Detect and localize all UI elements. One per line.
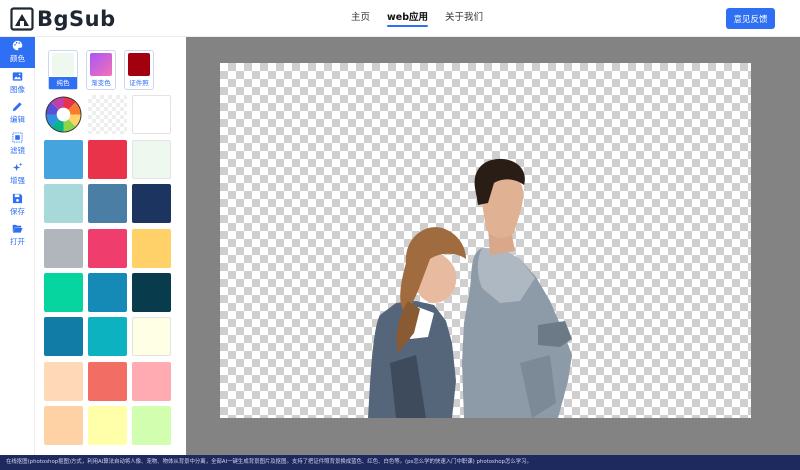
logo-icon: [10, 7, 34, 31]
sidebar-item-label: 增强: [10, 176, 25, 186]
sidebar-item-filter[interactable]: 滤镜: [0, 129, 35, 160]
editor-canvas-area: [186, 37, 800, 455]
color-panel: 纯色 渐变色 证件照: [35, 37, 186, 470]
tab-gradient[interactable]: 渐变色: [86, 50, 116, 90]
sidebar-item-label: 打开: [10, 237, 25, 247]
swatch-color[interactable]: [132, 406, 171, 445]
filter-icon: [12, 132, 23, 143]
sidebar-item-label: 保存: [10, 206, 25, 216]
tab-gradient-preview: [90, 53, 112, 76]
color-wheel-picker[interactable]: [44, 95, 83, 134]
swatch-color[interactable]: [88, 317, 127, 356]
sidebar-item-enhance[interactable]: 增强: [0, 159, 35, 190]
folder-open-icon: [12, 225, 23, 233]
swatch-color[interactable]: [132, 362, 171, 401]
swatch-color[interactable]: [132, 229, 171, 268]
swatch-color[interactable]: [88, 362, 127, 401]
sparkle-icon: [12, 162, 23, 172]
swatch-color[interactable]: [44, 317, 83, 356]
color-wheel-icon: [45, 96, 82, 133]
nav-home[interactable]: 主页: [351, 11, 370, 27]
swatch-color[interactable]: [132, 317, 171, 356]
swatch-transparent[interactable]: [88, 95, 127, 134]
swatch-color[interactable]: [44, 406, 83, 445]
tab-solid-color-preview: [52, 53, 74, 76]
swatch-color[interactable]: [88, 229, 127, 268]
sidebar-item-label: 滤镜: [10, 145, 25, 155]
sidebar-item-label: 编辑: [10, 115, 25, 125]
swatch-color[interactable]: [132, 273, 171, 312]
tab-id-photo-preview: [128, 53, 150, 76]
sidebar-item-label: 图像: [10, 84, 25, 94]
swatch-color[interactable]: [44, 184, 83, 223]
transparent-canvas[interactable]: [220, 63, 751, 418]
tool-sidebar: 颜色 图像 编辑 滤镜 增强 保存 打开: [0, 37, 35, 470]
tab-solid-color[interactable]: 纯色: [48, 50, 78, 90]
app-header: BgSub 主页 web应用 关于我们 意见反馈: [0, 0, 800, 37]
swatch-color[interactable]: [44, 362, 83, 401]
status-bar: 在线抠图(photoshop抠图)方式，利用AI算法自动将人像、宠物、物体从背景…: [0, 455, 800, 470]
sidebar-item-image[interactable]: 图像: [0, 68, 35, 99]
swatch-color[interactable]: [88, 184, 127, 223]
swatch-color[interactable]: [88, 406, 127, 445]
tab-label: 渐变色: [91, 79, 111, 87]
pencil-icon: [12, 102, 22, 112]
tab-id-photo[interactable]: 证件照: [124, 50, 154, 90]
nav-about[interactable]: 关于我们: [445, 11, 483, 27]
sidebar-item-open[interactable]: 打开: [0, 220, 35, 251]
swatch-color[interactable]: [132, 184, 171, 223]
palette-icon: [12, 40, 23, 51]
logo-text: BgSub: [37, 7, 116, 31]
save-icon: [12, 193, 23, 203]
tab-label: 证件照: [129, 79, 149, 87]
sidebar-item-edit[interactable]: 编辑: [0, 98, 35, 129]
tab-label: 纯色: [49, 77, 77, 89]
image-icon: [12, 72, 23, 81]
sidebar-item-save[interactable]: 保存: [0, 190, 35, 221]
swatch-color[interactable]: [132, 140, 171, 179]
nav-web-app[interactable]: web应用: [387, 11, 429, 27]
sidebar-item-label: 颜色: [10, 54, 25, 64]
top-nav: 主页 web应用 关于我们: [351, 11, 500, 27]
feedback-button[interactable]: 意见反馈: [726, 8, 775, 29]
swatch-color[interactable]: [44, 229, 83, 268]
cutout-photo[interactable]: [220, 63, 751, 418]
swatch-color[interactable]: [44, 273, 83, 312]
logo[interactable]: BgSub: [10, 7, 116, 31]
swatch-color[interactable]: [88, 273, 127, 312]
swatch-white[interactable]: [132, 95, 171, 134]
swatch-color[interactable]: [88, 140, 127, 179]
sidebar-item-color[interactable]: 颜色: [0, 37, 35, 68]
swatch-color[interactable]: [44, 140, 83, 179]
